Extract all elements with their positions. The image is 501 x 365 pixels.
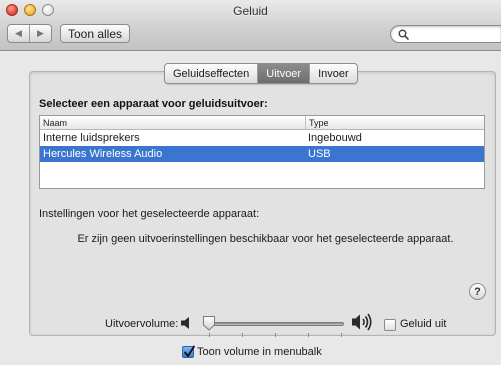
search-input[interactable] (390, 25, 501, 43)
back-icon[interactable]: ◀ (8, 25, 30, 42)
mute-checkbox[interactable] (384, 319, 396, 331)
window-title: Geluid (233, 4, 268, 18)
volume-tick (275, 333, 276, 337)
volume-tick (341, 333, 342, 337)
system-preferences-window: Geluid ◀ ▶ Toon alles Geluidseffecten Ui… (0, 0, 501, 365)
device-name: Hercules Wireless Audio (43, 148, 163, 160)
table-row[interactable]: Interne luidsprekers Ingebouwd (40, 130, 484, 146)
search-icon (398, 29, 409, 40)
mute-label[interactable]: Geluid uit (400, 318, 446, 330)
help-button[interactable]: ? (469, 283, 486, 300)
tab-panel (29, 71, 496, 336)
title-bar: Geluid ◀ ▶ Toon alles (0, 0, 501, 51)
forward-icon[interactable]: ▶ (30, 25, 51, 42)
output-volume-label: Uitvoervolume: (105, 318, 179, 330)
device-name: Interne luidsprekers (43, 132, 140, 144)
device-type: USB (308, 148, 331, 160)
column-header-name[interactable]: Naam (40, 116, 306, 129)
checkmark-icon (184, 345, 195, 357)
back-forward-control: ◀ ▶ (7, 24, 52, 43)
show-volume-in-menubar-label[interactable]: Toon volume in menubalk (197, 346, 322, 358)
tab-bar: Geluidseffecten Uitvoer Invoer (164, 63, 358, 84)
show-all-button[interactable]: Toon alles (60, 24, 130, 43)
show-volume-in-menubar-checkbox[interactable] (182, 345, 195, 358)
volume-slider-knob[interactable] (202, 315, 216, 331)
table-header: Naam Type (40, 116, 484, 130)
tab-sound-effects[interactable]: Geluidseffecten (165, 64, 259, 83)
device-type: Ingebouwd (308, 132, 362, 144)
volume-tick (242, 333, 243, 337)
speaker-low-icon (181, 317, 189, 329)
device-settings-label: Instellingen voor het geselecteerde appa… (39, 208, 260, 220)
speaker-high-icon (352, 313, 372, 331)
output-device-table[interactable]: Naam Type Interne luidsprekers Ingebouwd… (39, 115, 485, 189)
tab-output[interactable]: Uitvoer (258, 64, 311, 83)
volume-slider-track[interactable] (207, 322, 344, 326)
tab-input[interactable]: Invoer (310, 64, 357, 83)
column-header-type[interactable]: Type (306, 116, 484, 129)
volume-tick (209, 333, 210, 337)
select-device-heading: Selecteer een apparaat voor geluidsuitvo… (39, 98, 268, 110)
no-settings-message: Er zijn geen uitvoerinstellingen beschik… (77, 233, 454, 245)
table-row-selected[interactable]: Hercules Wireless Audio USB (40, 146, 484, 162)
volume-tick (308, 333, 309, 337)
